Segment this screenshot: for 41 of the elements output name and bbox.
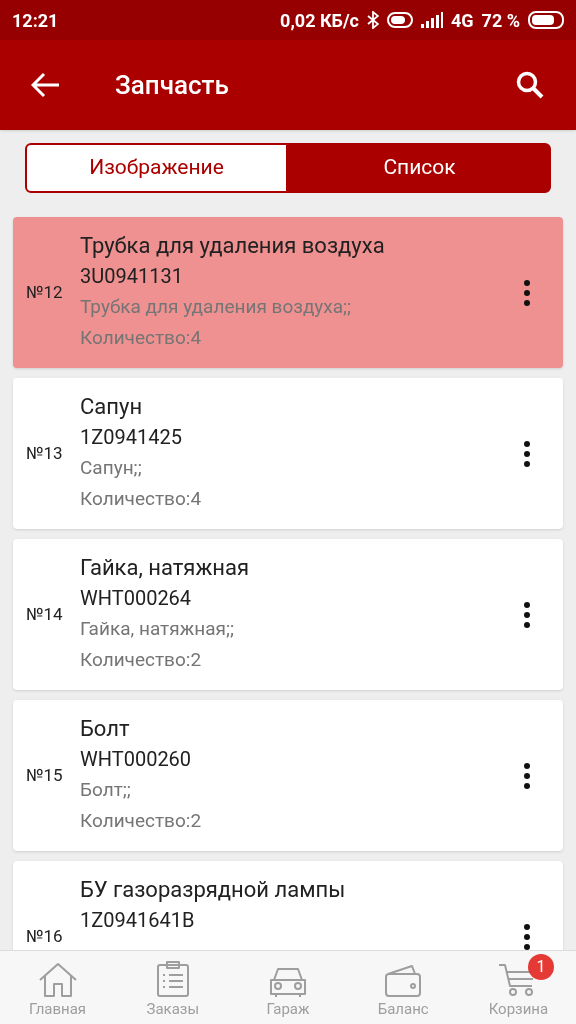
part-number: №13	[25, 441, 64, 465]
view-tab[interactable]: Список	[288, 143, 551, 193]
signal-icon	[420, 12, 443, 28]
part-quantity: Количество:2	[80, 808, 203, 834]
network-type: 4G	[450, 8, 474, 33]
toggle-icon	[386, 12, 413, 28]
part-number: №12	[25, 280, 64, 304]
part-description: Гайка, натяжная;;	[80, 616, 235, 642]
home-icon	[37, 961, 78, 998]
wallet-icon	[384, 963, 423, 998]
part-quantity: Количество:2	[80, 647, 203, 673]
part-description: Трубка для удаления воздуха;;	[80, 294, 353, 320]
battery-icon	[528, 11, 564, 29]
part-title: БУ газоразрядной лампы	[80, 876, 347, 904]
cart-badge: 1	[528, 954, 554, 980]
part-card[interactable]: №12 Трубка для удаления воздуха 3U0941131 Трубка для удаления воздуха;; Количество:4	[13, 217, 563, 368]
battery-percent: 72 %	[481, 8, 520, 33]
part-quantity: Количество:4	[80, 486, 203, 512]
part-number: №16	[25, 924, 64, 948]
part-description: Сапун;;	[80, 455, 143, 481]
part-number: №15	[25, 763, 64, 787]
status-time: 12:21	[12, 8, 59, 33]
part-code: 1Z0941425	[80, 424, 183, 451]
part-code: 3U0941131	[80, 263, 184, 290]
part-number: №14	[25, 602, 64, 626]
view-tab[interactable]: Изображение	[25, 143, 288, 193]
part-card[interactable]: №16 БУ газоразрядной лампы 1Z0941641B	[13, 861, 563, 950]
bluetooth-icon	[366, 11, 379, 29]
part-code: WHT000264	[80, 585, 193, 612]
network-speed: 0,02 КБ/с	[280, 8, 359, 33]
part-title: Сапун	[80, 393, 144, 421]
part-description: Болт;;	[80, 777, 132, 803]
part-quantity: Количество:4	[80, 325, 203, 351]
part-title: Болт	[80, 715, 131, 743]
nav-item[interactable]: Корзина 1	[460, 951, 576, 1024]
part-code: 1Z0941641B	[80, 907, 196, 934]
screen-title: Запчасть	[115, 68, 229, 102]
clipboard-icon	[155, 959, 190, 998]
part-code: WHT000260	[80, 746, 193, 773]
part-title: Гайка, натяжная	[80, 554, 250, 582]
part-title: Трубка для удаления воздуха	[80, 232, 386, 260]
